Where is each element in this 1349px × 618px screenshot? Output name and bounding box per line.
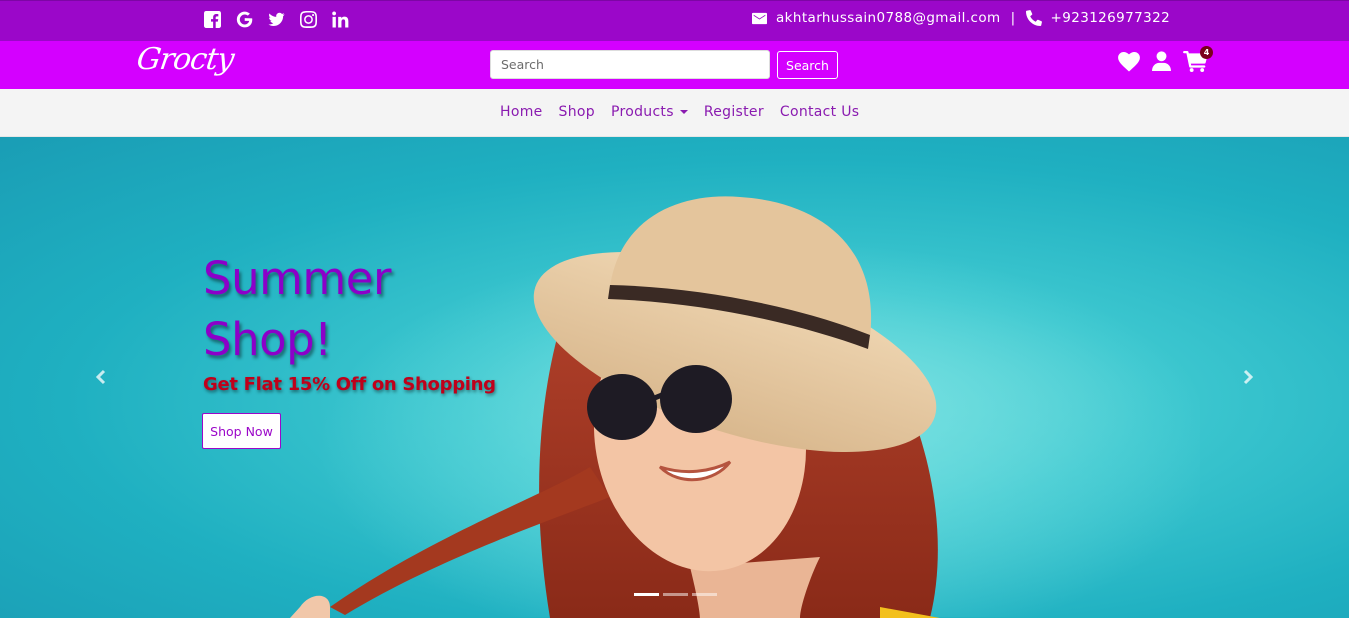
brand-bar: Grocty Search 4 — [0, 41, 1349, 89]
cart-count-badge: 4 — [1200, 46, 1213, 59]
chevron-right-icon — [1243, 369, 1254, 385]
nav-item-shop[interactable]: Shop — [559, 104, 595, 120]
hero-title-line-2: Shop! — [203, 313, 332, 366]
search-input[interactable] — [490, 50, 770, 79]
carousel-next-button[interactable] — [1238, 365, 1258, 389]
contact-info: akhtarhussain0788@gmail.com | +923126977… — [752, 10, 1170, 26]
social-links — [203, 10, 349, 28]
search-button[interactable]: Search — [777, 51, 838, 79]
hero-carousel: Summer Shop! Get Flat 15% Off on Shoppin… — [0, 137, 1349, 618]
carousel-prev-button[interactable] — [91, 365, 111, 389]
main-navigation: Home Shop Products Register Contact Us — [0, 89, 1349, 137]
caret-down-icon — [679, 110, 688, 114]
contact-separator: | — [1010, 10, 1016, 26]
contact-phone[interactable]: +923126977322 — [1051, 10, 1171, 26]
facebook-icon[interactable] — [203, 10, 221, 28]
carousel-indicator-3[interactable] — [692, 593, 717, 596]
cart-button[interactable]: 4 — [1183, 46, 1213, 72]
chevron-left-icon — [95, 369, 106, 385]
site-logo[interactable]: Grocty — [135, 42, 236, 77]
linkedin-icon[interactable] — [331, 10, 349, 28]
carousel-indicators — [634, 593, 717, 596]
twitter-icon[interactable] — [267, 10, 285, 28]
google-icon[interactable] — [235, 10, 253, 28]
nav-links: Home Shop Products Register Contact Us — [500, 104, 859, 120]
carousel-indicator-1[interactable] — [634, 593, 659, 596]
nav-item-products-label: Products — [610, 104, 674, 120]
nav-item-products[interactable]: Products — [611, 104, 688, 120]
envelope-icon — [752, 11, 767, 26]
shop-now-button[interactable]: Shop Now — [202, 413, 281, 449]
phone-icon — [1025, 10, 1042, 26]
hero-title: Summer Shop! — [203, 248, 391, 370]
contact-email[interactable]: akhtarhussain0788@gmail.com — [776, 10, 1001, 26]
top-bar: akhtarhussain0788@gmail.com | +923126977… — [0, 0, 1349, 41]
nav-item-register[interactable]: Register — [704, 104, 764, 120]
carousel-indicator-2[interactable] — [663, 593, 688, 596]
heart-icon[interactable] — [1118, 51, 1140, 72]
hero-subtitle: Get Flat 15% Off on Shopping — [203, 374, 496, 395]
instagram-icon[interactable] — [299, 10, 317, 28]
nav-item-home[interactable]: Home — [500, 104, 543, 120]
nav-item-contact-us[interactable]: Contact Us — [780, 104, 859, 120]
header-actions: 4 — [1118, 46, 1213, 72]
user-icon[interactable] — [1152, 51, 1171, 72]
hero-title-line-1: Summer — [203, 252, 391, 305]
